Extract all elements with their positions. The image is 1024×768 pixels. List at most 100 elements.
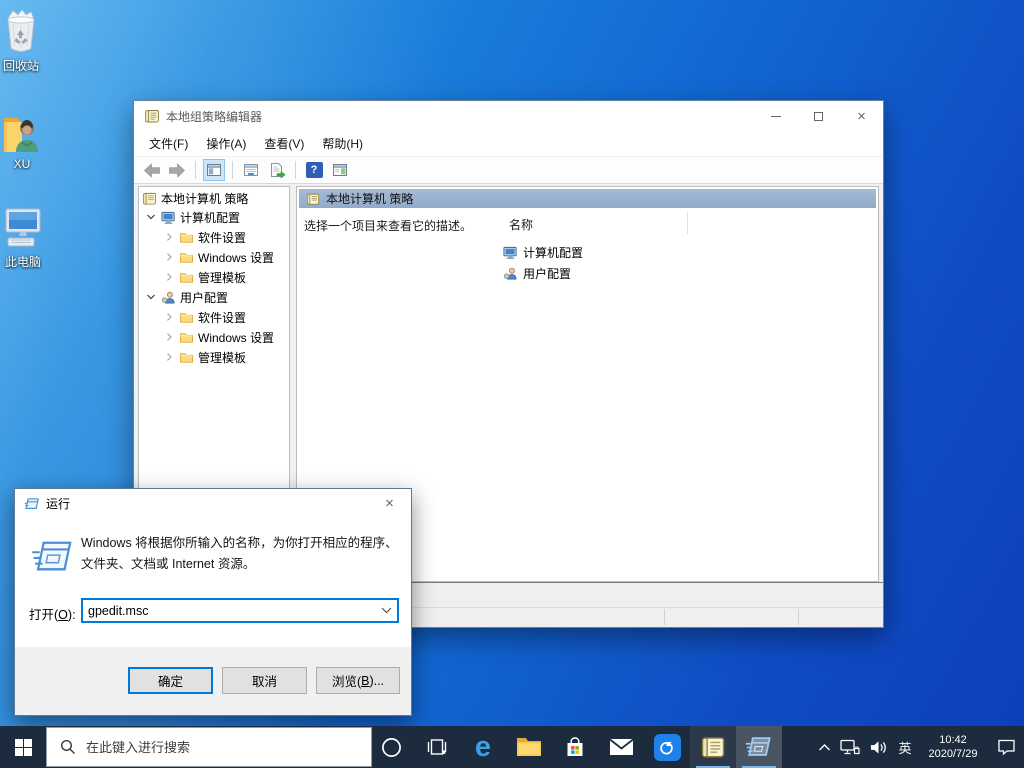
run-dialog-titlebar[interactable]: 运行 × [15,489,411,518]
network-status-button[interactable] [836,726,864,768]
gpedit-titlebar[interactable]: 本地组策略编辑器 × [134,101,883,131]
selection-description: 选择一个项目来查看它的描述。 [304,217,472,234]
back-button[interactable] [140,159,162,181]
tree-item-label: Windows 设置 [198,249,274,266]
taskbar-search-box[interactable] [46,727,372,767]
close-button[interactable]: × [840,101,883,131]
run-description-line2: 文件夹、文档或 Internet 资源。 [81,554,398,575]
open-input[interactable] [83,604,375,618]
show-action-pane-button[interactable] [329,159,351,181]
export-list-icon [269,162,286,178]
folder-icon [179,230,194,245]
chevron-right-icon [163,311,175,323]
taskbar-run-button[interactable] [736,726,782,768]
run-description-line1: Windows 将根据你所输入的名称，为你打开相应的程序、 [81,533,398,554]
tray-date: 2020/7/29 [929,747,978,761]
tray-overflow-button[interactable] [812,726,836,768]
chevron-right-icon [163,351,175,363]
gpedit-window-title: 本地组策略编辑器 [166,108,262,125]
policy-scroll-icon [142,191,157,206]
tree-item-label: 用户配置 [180,289,228,306]
desktop-icon-label: XU [0,157,44,171]
start-button[interactable] [0,726,46,768]
name-column-header[interactable]: 名称 [509,216,533,233]
tree-item-root[interactable]: 本地计算机 策略 [139,188,289,208]
cortana-button[interactable] [368,726,414,768]
desktop-icon-recycle-bin[interactable]: 回收站 [0,8,42,74]
list-item-computer-config[interactable]: 计算机配置 [503,242,583,262]
messaging-app-icon [654,734,681,761]
tree-item-label: Windows 设置 [198,329,274,346]
file-explorer-button[interactable] [506,726,552,768]
cortana-icon [381,737,402,758]
run-dialog-title: 运行 [46,495,70,512]
user-config-icon [161,290,176,305]
tree-item-user-windows[interactable]: Windows 设置 [139,327,289,347]
desktop-icon-this-pc[interactable]: 此电脑 [0,204,46,270]
list-item-label: 计算机配置 [523,244,583,261]
maximize-button[interactable] [797,101,840,131]
chevron-down-icon [145,291,157,303]
gpedit-scroll-icon [700,734,726,760]
volume-button[interactable] [864,726,892,768]
chevron-right-icon [163,251,175,263]
help-button[interactable]: ? [303,159,325,181]
folder-icon [179,330,194,345]
computer-config-icon [161,210,176,225]
menu-action[interactable]: 操作(A) [197,131,255,156]
action-center-icon [997,738,1016,756]
ime-indicator[interactable]: 英 [892,726,918,768]
windows-logo-icon [15,739,32,756]
column-divider[interactable] [687,212,688,234]
run-description: Windows 将根据你所输入的名称，为你打开相应的程序、 文件夹、文档或 In… [81,533,398,575]
taskbar-gpedit-button[interactable] [690,726,736,768]
edge-button[interactable]: e [460,726,506,768]
speaker-icon [869,739,888,756]
action-center-button[interactable] [988,726,1024,768]
tree-item-computer-windows[interactable]: Windows 设置 [139,247,289,267]
tree-item-computer-software[interactable]: 软件设置 [139,227,289,247]
export-list-button[interactable] [266,159,288,181]
tree-item-computer-config[interactable]: 计算机配置 [139,207,289,227]
taskbar-apps: e [368,726,782,768]
cancel-button[interactable]: 取消 [222,667,307,694]
minimize-button[interactable] [754,101,797,131]
tree-item-label: 管理模板 [198,269,246,286]
open-combobox[interactable] [81,598,399,623]
properties-button[interactable] [240,159,262,181]
combobox-dropdown-button[interactable] [375,607,397,614]
clock[interactable]: 10:42 2020/7/29 [918,726,988,768]
ok-button[interactable]: 确定 [128,667,213,694]
mail-button[interactable] [598,726,644,768]
search-input[interactable] [86,740,326,755]
task-view-button[interactable] [414,726,460,768]
back-arrow-icon [143,163,160,178]
forward-arrow-icon [169,163,186,178]
menu-view[interactable]: 查看(V) [255,131,313,156]
toolbar-separator [232,161,233,179]
store-button[interactable] [552,726,598,768]
search-icon [60,739,76,755]
browse-button[interactable]: 浏览(B)... [316,667,400,694]
list-item-user-config[interactable]: 用户配置 [503,263,571,283]
show-console-tree-button[interactable] [203,159,225,181]
network-icon [840,739,860,756]
menu-file[interactable]: 文件(F) [140,131,197,156]
tree-item-user-config[interactable]: 用户配置 [139,287,289,307]
menu-help[interactable]: 帮助(H) [313,131,372,156]
help-icon: ? [306,162,323,178]
tree-item-user-software[interactable]: 软件设置 [139,307,289,327]
messaging-app-button[interactable] [644,726,690,768]
forward-button[interactable] [166,159,188,181]
file-explorer-icon [516,736,542,758]
open-label: 打开(O): [29,604,76,623]
chevron-right-icon [163,231,175,243]
edge-icon: e [475,733,491,762]
computer-config-icon [503,245,518,260]
taskbar: e [0,726,1024,768]
run-close-button[interactable]: × [368,489,411,519]
tree-item-computer-admin-templates[interactable]: 管理模板 [139,267,289,287]
desktop-icon-user-folder[interactable]: XU [0,108,44,171]
desktop-icon-label: 此电脑 [0,253,46,270]
tree-item-user-admin-templates[interactable]: 管理模板 [139,347,289,367]
